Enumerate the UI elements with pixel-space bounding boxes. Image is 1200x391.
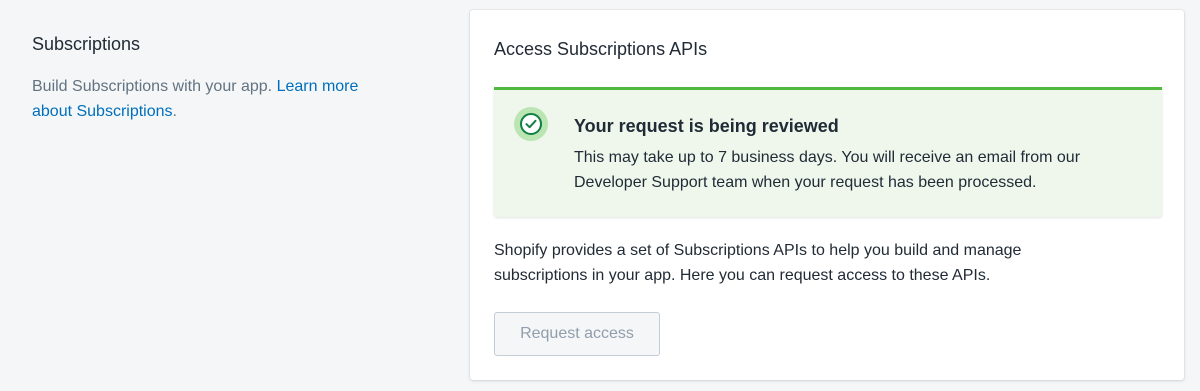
section-description: Build Subscriptions with your app. Learn… bbox=[32, 74, 392, 124]
section-annotation: Subscriptions Build Subscriptions with y… bbox=[32, 32, 392, 124]
api-description: Shopify provides a set of Subscriptions … bbox=[494, 242, 1022, 284]
review-status-banner: Your request is being reviewed This may … bbox=[494, 87, 1162, 217]
request-access-button[interactable]: Request access bbox=[494, 312, 660, 356]
section-title: Subscriptions bbox=[32, 34, 141, 54]
section-description-suffix: . bbox=[172, 103, 177, 120]
subscriptions-api-card: Access Subscriptions APIs Your request i… bbox=[470, 10, 1184, 380]
banner-title: Your request is being reviewed bbox=[574, 116, 839, 136]
section-description-text: Build Subscriptions with your app. bbox=[32, 78, 273, 95]
card-title: Access Subscriptions APIs bbox=[494, 39, 708, 59]
banner-body: This may take up to 7 business days. You… bbox=[574, 149, 1081, 191]
check-circle-icon bbox=[514, 107, 548, 141]
